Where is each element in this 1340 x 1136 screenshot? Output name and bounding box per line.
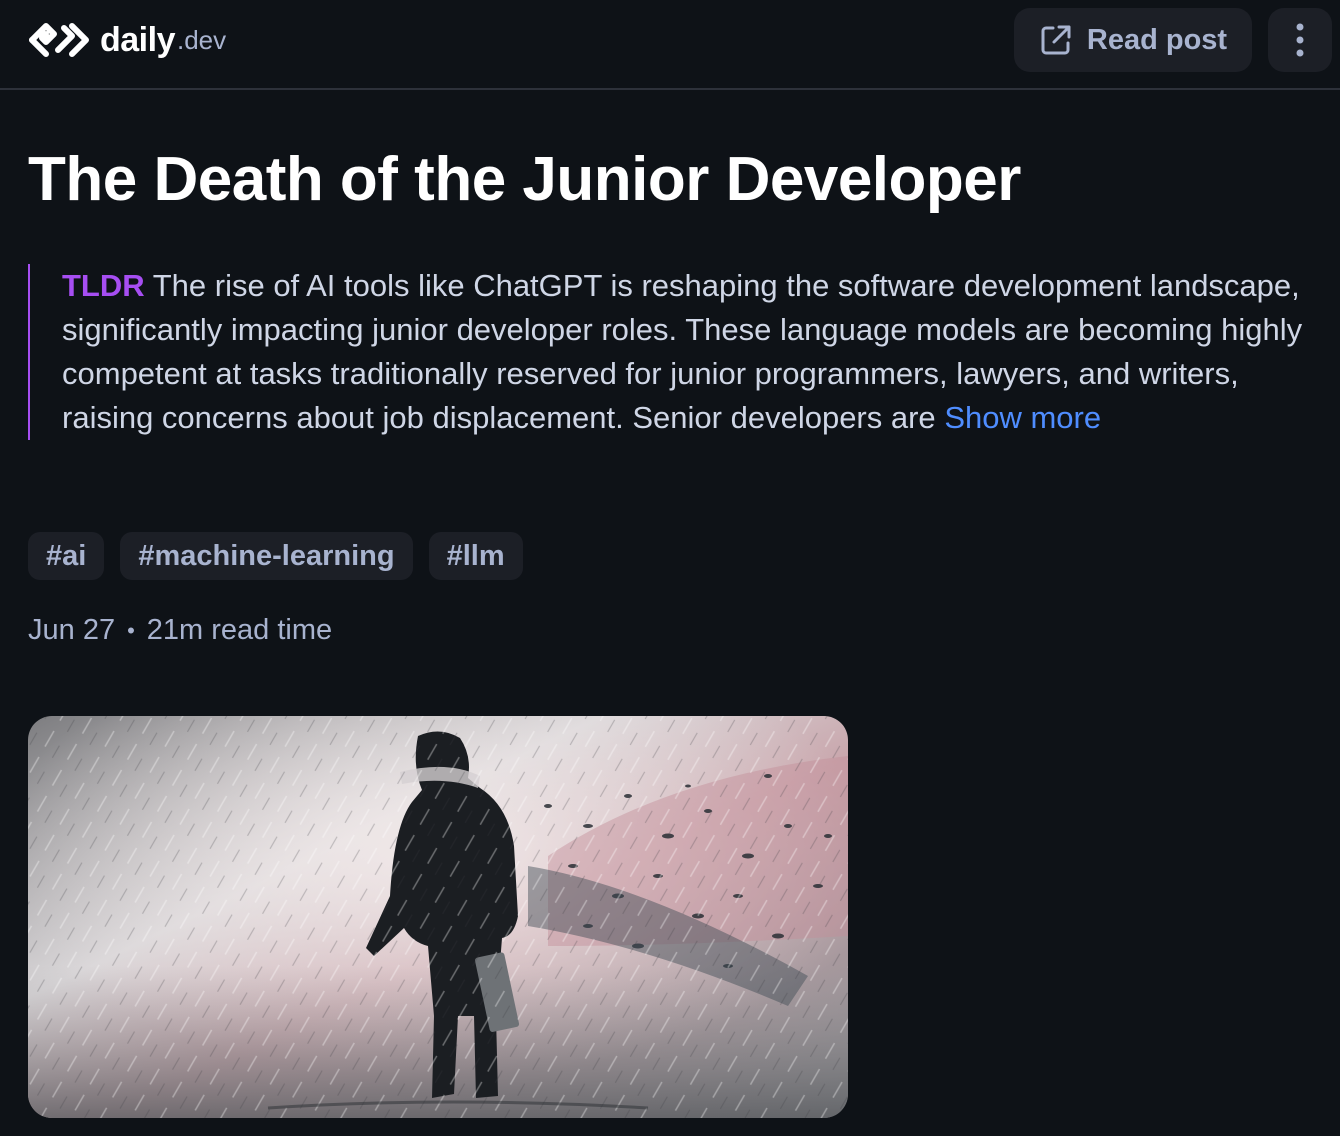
tag-list: #ai #machine-learning #llm [28, 532, 523, 580]
tag-chip[interactable]: #ai [28, 532, 105, 580]
cover-image [28, 716, 848, 1118]
logo-wordmark: daily [100, 20, 175, 59]
logo-suffix: .dev [176, 24, 227, 55]
tldr-text: The rise of AI tools like ChatGPT is res… [62, 268, 1303, 435]
read-post-label: Read post [1086, 23, 1228, 56]
top-bar: daily .dev Read post [0, 0, 1340, 90]
tag-chip[interactable]: #machine-learning [120, 532, 413, 580]
meta-separator: • [127, 617, 135, 643]
tag-chip[interactable]: #llm [428, 532, 523, 580]
more-options-button[interactable] [1268, 8, 1332, 72]
show-more-link[interactable]: Show more [944, 400, 1101, 435]
external-link-icon [1039, 23, 1073, 57]
post-page: daily .dev Read post The Death of the Jun… [0, 0, 1340, 1136]
read-time: 21m read time [146, 614, 333, 646]
post-meta: Jun 27 • 21m read time [28, 614, 332, 647]
post-title: The Death of the Junior Developer [28, 145, 1021, 214]
daily-dev-logo[interactable]: daily .dev [28, 20, 226, 60]
tldr-summary: TLDR The rise of AI tools like ChatGPT i… [28, 264, 1318, 440]
daily-dev-logo-icon [29, 23, 89, 57]
tldr-label: TLDR [62, 268, 145, 303]
read-post-button[interactable]: Read post [1014, 8, 1252, 72]
post-date: Jun 27 [28, 614, 116, 646]
more-vertical-icon [1296, 23, 1304, 57]
